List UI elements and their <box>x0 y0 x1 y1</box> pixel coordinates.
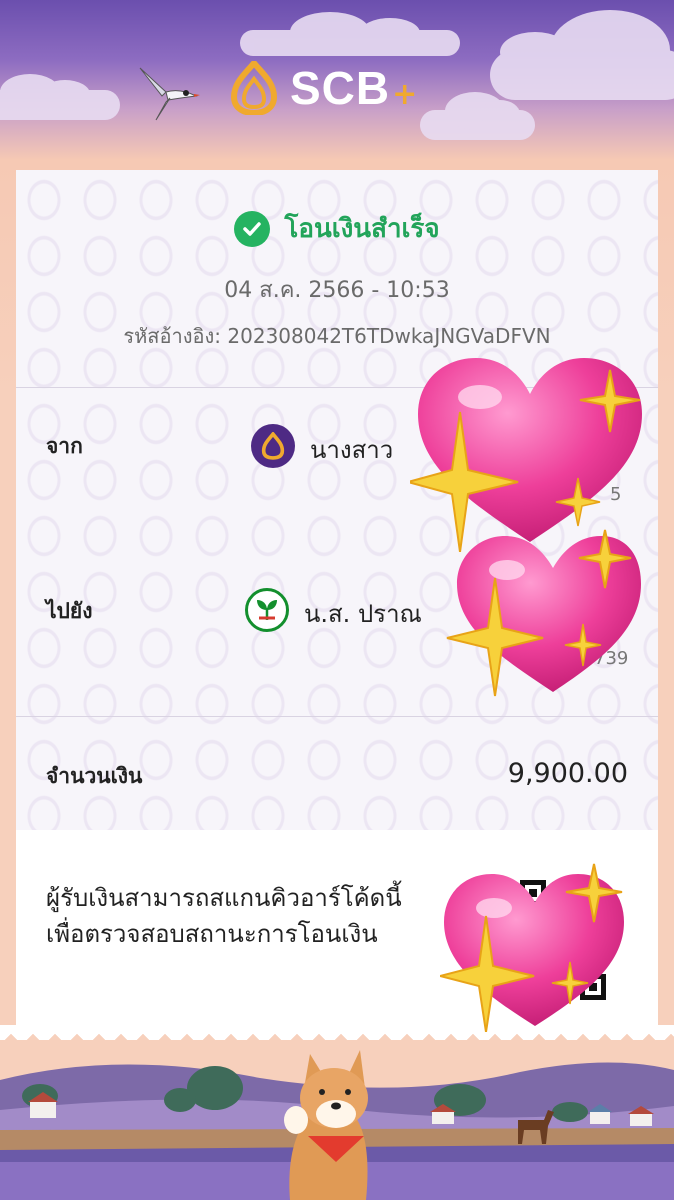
brand-plus: + <box>392 76 418 112</box>
scb-logo: SCB + <box>230 58 417 118</box>
scan-note: ผู้รับเงินสามารถสแกนคิวอาร์โค้ดนี้ เพื่อ… <box>46 880 402 952</box>
reference-label: รหัสอ้างอิง: <box>123 324 222 348</box>
sender-name: นางสาว <box>310 436 394 464</box>
reference-value: 202308042T6TDwkaJNGVaDFVN <box>227 324 551 348</box>
reference-line: รหัสอ้างอิง: 202308042T6TDwkaJNGVaDFVN <box>0 320 674 352</box>
scb-logo-icon <box>230 61 278 115</box>
divider <box>16 716 658 717</box>
amount-value: 9,900.00 <box>507 758 628 789</box>
brand-name: SCB <box>290 62 391 114</box>
heart-sparkle-icon <box>446 529 641 697</box>
check-circle-icon <box>234 210 271 247</box>
scan-note-line2: เพื่อตรวจสอบสถานะการโอนเงิน <box>46 920 378 948</box>
amount-label: จำนวนเงิน <box>46 764 143 788</box>
scan-note-line1: ผู้รับเงินสามารถสแกนคิวอาร์โค้ดนี้ <box>46 884 402 912</box>
status-row: โอนเงินสำเร็จ <box>0 208 674 249</box>
transfer-datetime: 04 ส.ค. 2566 - 10:53 <box>224 278 450 303</box>
recipient-name: น.ส. ปราณ <box>304 600 422 628</box>
heart-sparkle-icon <box>410 358 642 552</box>
kbank-icon <box>245 588 289 632</box>
cloud <box>0 74 120 120</box>
cloud <box>490 10 674 100</box>
cloud <box>420 92 535 140</box>
heart-sparkle-icon <box>440 863 624 1032</box>
cloud <box>240 12 460 56</box>
landscape-scene <box>0 1040 674 1200</box>
scb-bank-icon <box>251 424 295 468</box>
status-text: โอนเงินสำเร็จ <box>284 214 440 244</box>
bird-icon <box>139 67 200 121</box>
to-label: ไปยัง <box>46 599 93 623</box>
from-label: จาก <box>46 434 83 458</box>
